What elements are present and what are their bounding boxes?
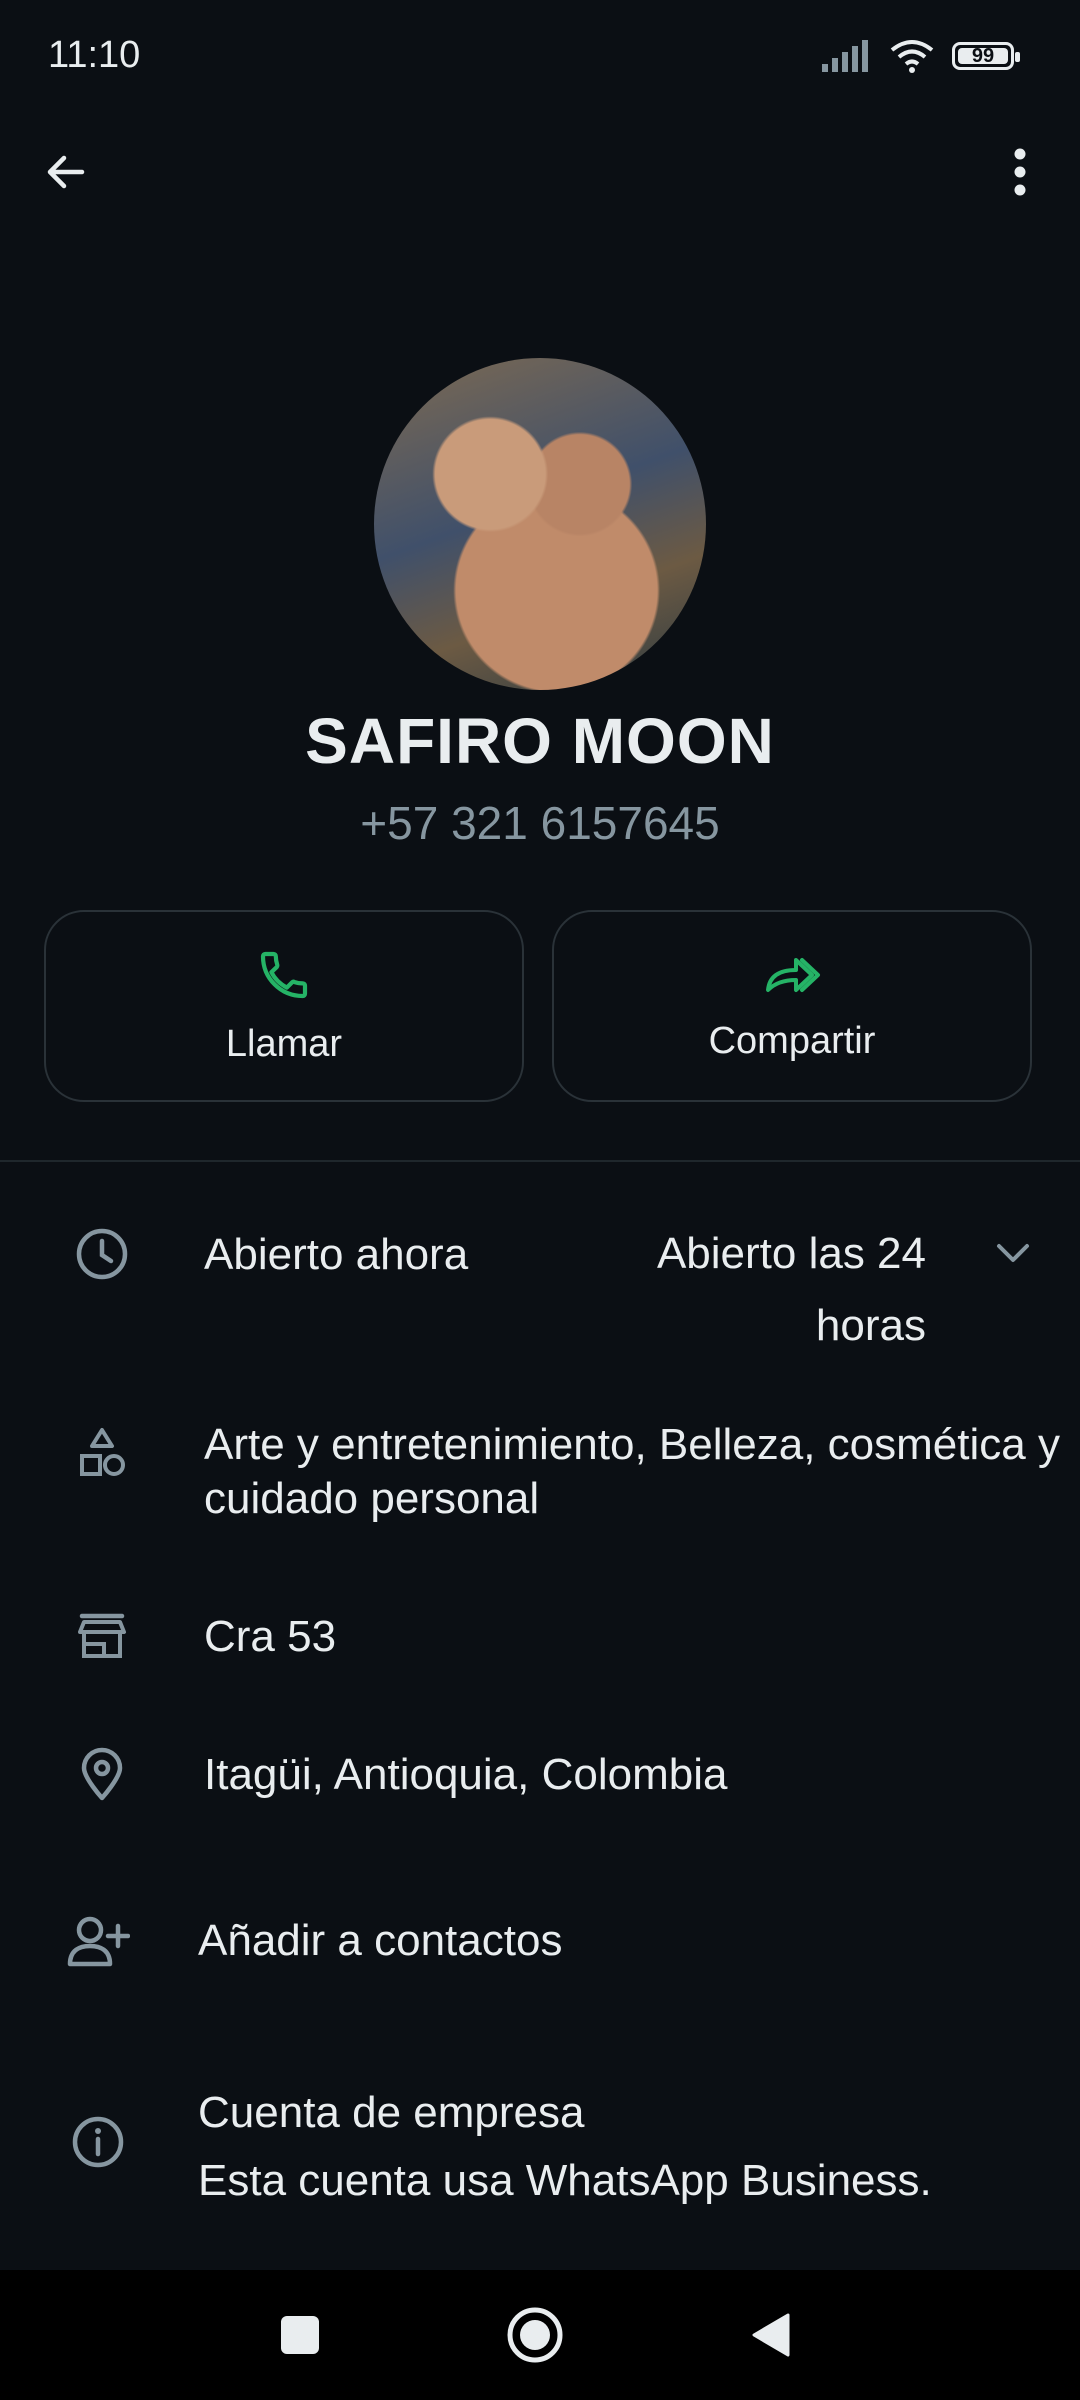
person-add-icon [62,1906,134,1978]
battery-icon: 99 [952,42,1020,70]
signal-icon [822,40,868,72]
clock-icon [66,1218,138,1290]
business-account-title: Cuenta de empresa [198,2088,585,2137]
triangle-back-icon [752,2313,790,2357]
system-nav-bar [0,2270,1080,2400]
business-location-link[interactable]: Itagüi, Antioquia, Colombia [204,1748,727,1802]
business-location-row[interactable]: Itagüi, Antioquia, Colombia [0,1738,1080,1818]
hours-status: Abierto ahora [204,1230,469,1279]
profile-name: SAFIRO MOON [305,705,775,777]
call-button[interactable]: Llamar [44,910,524,1102]
phone-icon [260,951,308,998]
hours-detail: Abierto las 24 horas [656,1229,926,1350]
home-button[interactable] [500,2300,570,2370]
share-label: Compartir [708,1019,876,1062]
recents-button[interactable] [265,2300,335,2370]
add-contact-label: Añadir a contactos [198,1916,563,1965]
status-time: 11:10 [48,34,141,76]
back-nav-button[interactable] [735,2300,805,2370]
business-address-row: Cra 53 [0,1600,1080,1680]
business-category: Arte y entretenimiento, Belleza, cosméti… [204,1420,1060,1523]
profile-phone: +57 321 6157645 [360,797,720,849]
wifi-icon [890,40,934,73]
store-icon [66,1600,138,1672]
location-pin-icon [66,1738,138,1810]
profile-photo[interactable] [374,358,706,690]
business-account-subtitle: Esta cuenta usa WhatsApp Business. [198,2156,932,2205]
share-button[interactable]: Compartir [552,910,1032,1102]
app-bar [0,120,1080,220]
call-label: Llamar [225,1022,343,1065]
home-circle-icon [507,2307,563,2363]
arrow-left-icon [47,155,85,189]
chevron-down-icon [997,1244,1029,1262]
category-icon [66,1418,138,1490]
square-icon [281,2316,319,2354]
status-bar: 11:10 99 [0,0,1080,120]
business-address: Cra 53 [204,1612,337,1661]
more-vert-icon [1014,148,1026,196]
business-account-row[interactable]: Cuenta de empresa Esta cuenta usa WhatsA… [0,2086,1080,2206]
back-button[interactable] [36,142,96,202]
system-icons: 99 [822,38,1020,74]
business-hours-row[interactable]: Abierto ahora Abierto las 24 horas [0,1218,1080,1358]
expand-hours-button[interactable] [988,1228,1038,1278]
forward-icon [766,957,820,992]
battery-level: 99 [971,44,995,67]
more-options-button[interactable] [1000,142,1040,202]
add-contact-row[interactable]: Añadir a contactos [0,1904,1080,1984]
section-divider [0,1160,1080,1162]
info-icon [62,2106,134,2178]
business-category-row: Arte y entretenimiento, Belleza, cosméti… [0,1418,1080,1538]
